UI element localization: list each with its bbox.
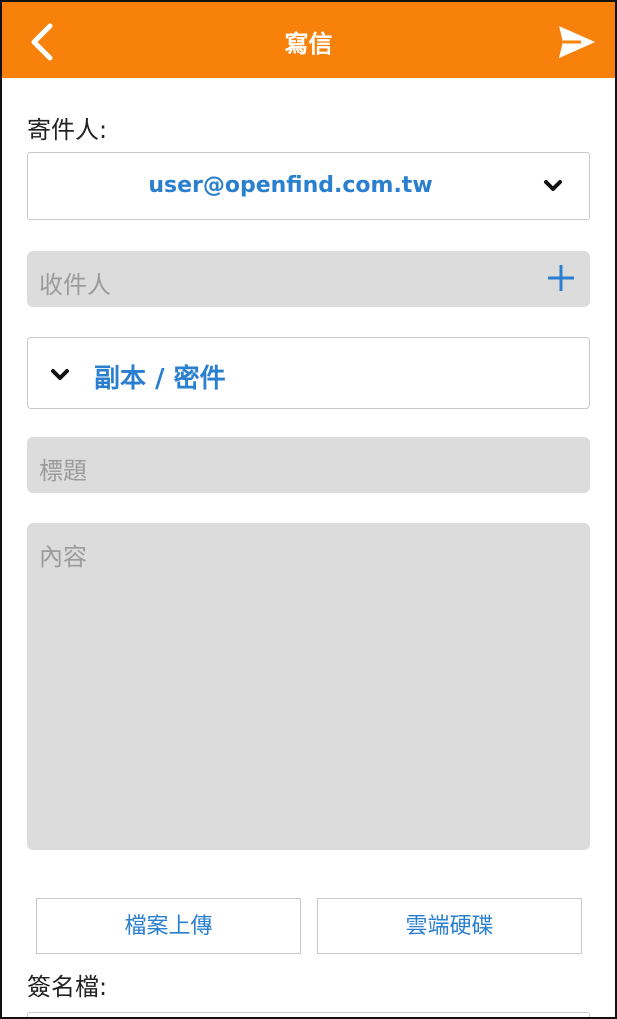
- add-recipient-icon[interactable]: [546, 263, 576, 293]
- page-title: 寫信: [284, 30, 333, 58]
- recipient-field[interactable]: 收件人: [27, 251, 590, 307]
- chevron-down-icon: [51, 369, 69, 380]
- cc-bcc-label: 副本 / 密件: [94, 364, 226, 394]
- cloud-drive-button[interactable]: 雲端硬碟: [317, 898, 582, 954]
- body-textarea[interactable]: 內容: [27, 523, 590, 850]
- file-upload-button[interactable]: 檔案上傳: [36, 898, 301, 954]
- paper-plane-send-icon: [559, 26, 595, 58]
- chevron-down-icon: [544, 180, 562, 191]
- subject-field[interactable]: 標題: [27, 437, 590, 493]
- sender-select[interactable]: user@openfind.com.tw: [27, 152, 590, 220]
- sender-label: 寄件人:: [27, 116, 108, 144]
- compose-screen: 寫信 寄件人: user@openfind.com.tw 收件人 副本 / 密件…: [0, 0, 617, 1019]
- top-bar: 寫信: [2, 2, 615, 78]
- subject-placeholder: 標題: [39, 457, 87, 485]
- send-button[interactable]: [557, 22, 597, 62]
- signature-select[interactable]: [27, 1012, 590, 1017]
- sender-email: user@openfind.com.tw: [148, 173, 433, 198]
- cc-bcc-toggle[interactable]: 副本 / 密件: [27, 337, 590, 409]
- signature-label: 簽名檔:: [27, 973, 108, 1001]
- recipient-placeholder: 收件人: [39, 271, 111, 299]
- body-placeholder: 內容: [39, 543, 87, 571]
